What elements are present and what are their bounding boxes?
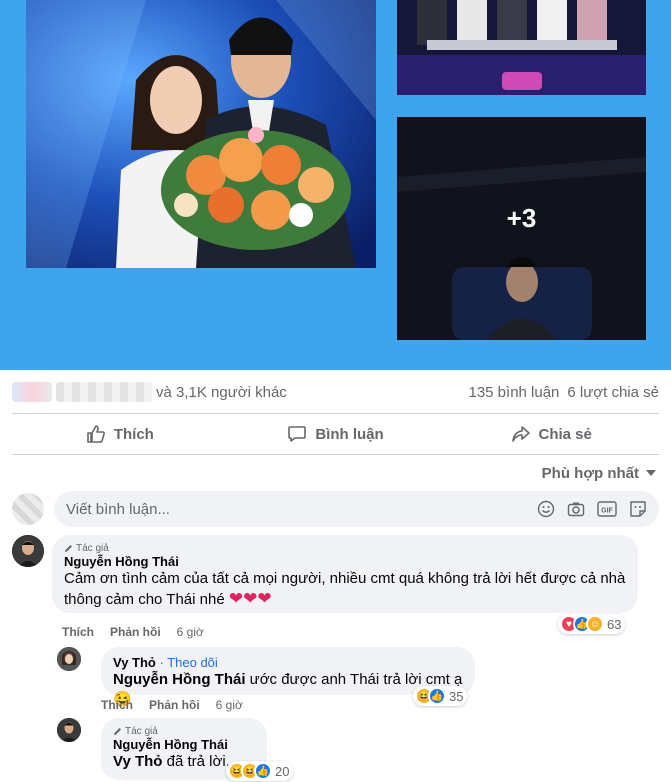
post-photo-grid: +3 bbox=[0, 0, 671, 370]
comment-author[interactable]: Nguyễn Hồng Thái bbox=[64, 554, 626, 569]
more-photos-overlay[interactable]: +3 bbox=[397, 117, 646, 340]
reply-reactions[interactable]: 😆 👍 35 bbox=[413, 686, 468, 706]
share-arrow-icon bbox=[511, 426, 530, 442]
post-actions: Thích Bình luận Chia sẻ bbox=[12, 414, 659, 454]
comment-time[interactable]: 6 giờ bbox=[177, 625, 204, 639]
svg-text:GIF: GIF bbox=[601, 508, 613, 515]
comment-bubble: Tác giả Nguyễn Hồng Thái Cảm ơn tình cảm… bbox=[52, 535, 638, 613]
reaction-count: 20 bbox=[275, 763, 290, 779]
divider-bottom bbox=[12, 454, 659, 455]
author-avatar[interactable] bbox=[12, 535, 44, 567]
reaction-count: 35 bbox=[449, 688, 464, 704]
author-avatar[interactable] bbox=[57, 718, 81, 742]
comment-meta: Thích Phản hồi 6 giờ bbox=[62, 625, 204, 639]
author-badge: Tác giả bbox=[64, 543, 626, 554]
reply-item: Vy Thỏ · Theo dõi Nguyễn Hồng Thái ước đ… bbox=[57, 647, 475, 708]
reactor-names-blurred bbox=[56, 382, 152, 402]
sort-label: Phù hợp nhất bbox=[541, 464, 639, 482]
reply-time[interactable]: 6 giờ bbox=[216, 698, 243, 712]
comment-text-line2: thông cảm cho Thái nhé bbox=[64, 591, 225, 608]
author-badge: Tác giả bbox=[113, 726, 255, 737]
reply-author-row: Vy Thỏ · Theo dõi bbox=[113, 655, 218, 670]
post-stats: và 3,1K người khác 135 bình luận 6 lượt … bbox=[0, 370, 671, 414]
author-badge-label: Tác giả bbox=[76, 543, 109, 554]
comment-input[interactable]: Viết bình luận... GIF bbox=[54, 491, 659, 527]
share-label: Chia sẻ bbox=[538, 425, 592, 443]
caret-down-icon bbox=[646, 470, 656, 476]
post-photo-studio[interactable] bbox=[397, 0, 646, 95]
reaction-icons-blurred bbox=[12, 382, 52, 402]
like-reaction-icon: 👍 bbox=[428, 687, 446, 705]
comment-input-placeholder: Viết bình luận... bbox=[66, 500, 170, 518]
reactors-suffix: và 3,1K người khác bbox=[156, 383, 287, 401]
reply-like-link[interactable]: Thích bbox=[101, 698, 133, 712]
like-label: Thích bbox=[113, 425, 154, 443]
reactions-summary[interactable]: và 3,1K người khác bbox=[12, 382, 468, 402]
reply-author[interactable]: Vy Thỏ bbox=[113, 655, 156, 670]
share-count[interactable]: 6 lượt chia sẻ bbox=[567, 384, 659, 401]
like-reaction-icon: 👍 bbox=[254, 762, 272, 780]
post-photo-couple[interactable] bbox=[26, 0, 376, 268]
comment-item: Tác giả Nguyễn Hồng Thái Cảm ơn tình cảm… bbox=[12, 535, 638, 613]
more-photos-count: +3 bbox=[506, 203, 537, 233]
reaction-count: 63 bbox=[607, 616, 622, 632]
follow-link[interactable]: Theo dõi bbox=[167, 655, 218, 670]
comment-text-line1: Cảm ơn tình cảm của tất cả mọi người, nh… bbox=[64, 570, 626, 587]
thumbs-up-icon bbox=[87, 425, 105, 443]
camera-icon[interactable] bbox=[567, 500, 585, 518]
comment-like-link[interactable]: Thích bbox=[62, 625, 94, 639]
reply-mention[interactable]: Vy Thỏ bbox=[113, 753, 162, 770]
emoji-icon[interactable] bbox=[537, 500, 555, 518]
pencil-icon bbox=[114, 728, 121, 735]
post-photo-more[interactable]: +3 bbox=[397, 117, 646, 340]
reply-meta: Thích Phản hồi 6 giờ bbox=[101, 698, 243, 712]
comment-reactions[interactable]: ♥ 👍 ☺ 63 bbox=[558, 614, 626, 634]
replier-avatar[interactable] bbox=[57, 647, 81, 671]
reply-reply-link[interactable]: Phản hồi bbox=[149, 698, 200, 712]
comment-bubble-icon bbox=[288, 426, 307, 442]
comment-count[interactable]: 135 bình luận bbox=[468, 384, 559, 401]
pencil-icon bbox=[65, 545, 72, 552]
comment-text-line2-wrap: thông cảm cho Thái nhé ❤❤❤ bbox=[64, 589, 626, 610]
comment-composer: Viết bình luận... GIF bbox=[12, 490, 659, 528]
sticker-icon[interactable] bbox=[629, 500, 647, 518]
gif-icon[interactable]: GIF bbox=[597, 500, 617, 518]
comment-reply-link[interactable]: Phản hồi bbox=[110, 625, 161, 639]
heart-emoji-icon: ❤❤❤ bbox=[228, 589, 272, 608]
share-button[interactable]: Chia sẻ bbox=[443, 414, 659, 454]
reply-mention[interactable]: Nguyễn Hồng Thái bbox=[113, 671, 246, 688]
comment-label: Bình luận bbox=[315, 425, 384, 443]
comment-sort-dropdown[interactable]: Phù hợp nhất bbox=[542, 462, 657, 484]
care-reaction-icon: ☺ bbox=[586, 615, 604, 633]
current-user-avatar[interactable] bbox=[12, 493, 44, 525]
reply-author[interactable]: Nguyễn Hồng Thái bbox=[113, 737, 255, 752]
like-button[interactable]: Thích bbox=[12, 414, 228, 454]
comment-button[interactable]: Bình luận bbox=[228, 414, 444, 454]
author-badge-label: Tác giả bbox=[125, 726, 158, 737]
reply-reactions[interactable]: 😆 😆 👍 20 bbox=[226, 761, 294, 781]
